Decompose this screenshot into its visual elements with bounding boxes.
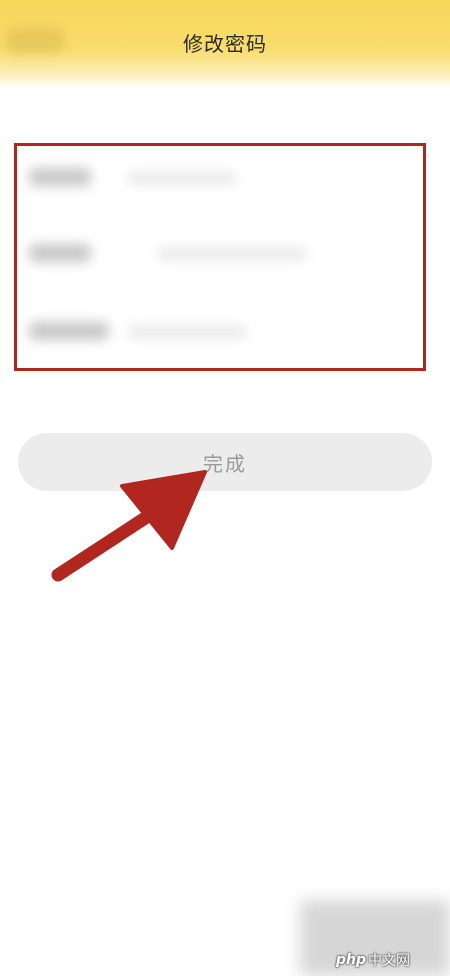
- confirm-password-row[interactable]: [17, 292, 423, 362]
- watermark-text: 中文网: [368, 953, 411, 969]
- current-password-label: [29, 168, 91, 186]
- header-bar: 修改密码: [0, 0, 450, 88]
- done-button[interactable]: 完成: [18, 433, 432, 491]
- new-password-row[interactable]: [17, 219, 423, 289]
- current-password-row[interactable]: [17, 146, 423, 216]
- new-password-label: [29, 244, 91, 262]
- confirm-password-field[interactable]: [127, 326, 247, 338]
- done-button-label: 完成: [203, 453, 247, 476]
- current-password-field[interactable]: [127, 172, 237, 184]
- watermark-logo: php: [336, 952, 367, 968]
- change-password-screen: 修改密码 完成 php 中文网: [0, 0, 450, 976]
- watermark: php 中文网: [336, 950, 410, 970]
- password-form: [14, 143, 426, 371]
- page-title: 修改密码: [183, 32, 267, 56]
- confirm-password-label: [29, 322, 109, 340]
- new-password-field[interactable]: [157, 248, 307, 260]
